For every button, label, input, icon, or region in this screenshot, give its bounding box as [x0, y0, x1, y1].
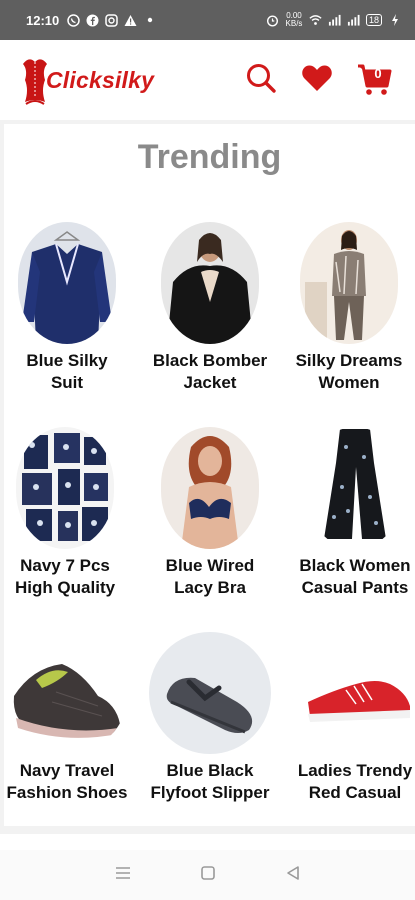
product-name: Blue Wired Lacy Bra: [165, 556, 255, 597]
product-image: [161, 222, 259, 344]
product-card[interactable]: Ladies Trendy Red Casual: [282, 632, 415, 804]
wifi-icon: [309, 14, 322, 27]
product-image: [16, 427, 114, 549]
status-time: 12:10: [26, 12, 60, 28]
facebook-icon: [86, 14, 99, 27]
product-card[interactable]: Silky Dreams Women: [276, 222, 415, 394]
status-bar: 12:10 0.00 KB/s 18: [0, 0, 415, 40]
battery-level: 18: [365, 14, 382, 26]
product-name: Navy Travel Fashion Shoes: [6, 761, 128, 802]
notification-icons: [67, 13, 156, 27]
product-image: [18, 222, 116, 344]
product-name: Blue Black Flyfoot Slipper: [150, 761, 270, 802]
dot-icon: [143, 14, 156, 27]
alarm-icon: [266, 14, 279, 27]
product-card[interactable]: Blue Silky Suit: [0, 222, 140, 394]
product-card[interactable]: Blue Wired Lacy Bra: [137, 427, 283, 599]
section-title: Trending: [137, 138, 282, 176]
heart-icon[interactable]: [301, 63, 333, 98]
back-icon[interactable]: [285, 865, 301, 886]
product-name: Ladies Trendy Red Casual: [297, 761, 413, 802]
charging-icon: [388, 14, 401, 27]
home-icon[interactable]: [200, 865, 216, 886]
product-name: Silky Dreams Women: [295, 351, 403, 392]
brand-name: Clicksilky: [46, 66, 155, 93]
cart-button[interactable]: 0: [357, 62, 393, 98]
search-icon[interactable]: [245, 62, 277, 99]
product-image: [306, 427, 404, 549]
product-image: [300, 222, 398, 344]
app-header: Clicksilky 0: [0, 40, 415, 120]
menu-icon[interactable]: [114, 865, 132, 886]
product-image: [6, 632, 128, 754]
signal-icon-2: [347, 14, 360, 27]
product-image: [161, 427, 259, 549]
trending-section: Trending Blue Silky Suit Black Bomber Jack…: [4, 124, 415, 826]
product-name: Black Bomber Jacket: [152, 351, 268, 392]
brand-logo[interactable]: Clicksilky: [20, 52, 154, 108]
product-name: Blue Silky Suit: [26, 351, 108, 392]
product-card[interactable]: Black Bomber Jacket: [137, 222, 283, 394]
system-status: 0.00 KB/s 18: [266, 12, 401, 28]
product-name: Black Women Casual Pants: [299, 556, 411, 597]
product-card[interactable]: Blue Black Flyfoot Slipper: [137, 632, 283, 804]
network-speed: 0.00 KB/s: [285, 11, 303, 28]
signal-icon-1: [328, 14, 341, 27]
product-card[interactable]: Navy Travel Fashion Shoes: [0, 632, 140, 804]
system-nav-bar: [0, 850, 415, 900]
product-image: [294, 632, 415, 754]
product-card[interactable]: Navy 7 Pcs High Quality: [0, 427, 138, 599]
warning-icon: [124, 14, 137, 27]
whatsapp-icon: [67, 13, 80, 27]
cart-count: 0: [374, 66, 382, 81]
product-card[interactable]: Black Women Casual Pants: [282, 427, 415, 599]
product-name: Navy 7 Pcs High Quality: [14, 556, 116, 597]
product-image: [149, 632, 271, 754]
instagram-icon: [105, 13, 118, 27]
next-section-edge: [0, 834, 415, 850]
header-actions: 0: [245, 62, 393, 99]
